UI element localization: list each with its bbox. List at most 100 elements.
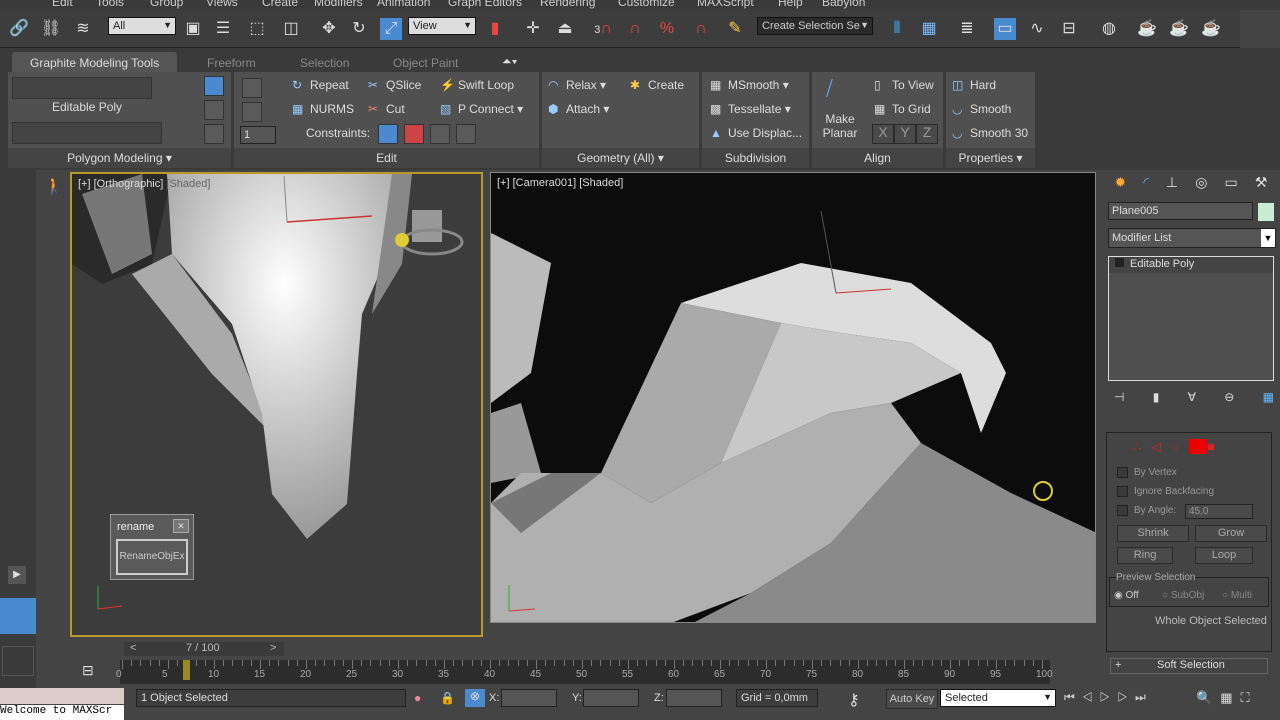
smooth-button[interactable]: ◡ Smooth — [952, 102, 1011, 116]
menu-maxscript[interactable]: MAXScript — [697, 0, 754, 9]
angle-snap-icon[interactable]: ∩ — [624, 18, 646, 40]
scale-icon[interactable]: ⤢ — [380, 18, 402, 40]
set-key-icon[interactable]: ⚷ — [848, 690, 860, 710]
select-object-icon[interactable]: ▣ — [182, 18, 204, 40]
tweak-icon[interactable] — [242, 102, 262, 122]
make-planar-icon[interactable]: ⧸ — [826, 78, 833, 101]
keyboard-shortcut-override-icon[interactable]: ⏏ — [554, 18, 576, 40]
viewport-shading-label[interactable]: [Shaded] — [166, 178, 210, 190]
pin-stack-icon[interactable] — [204, 100, 224, 120]
tab-selection[interactable]: Selection — [300, 52, 349, 74]
align-x-button[interactable]: X — [872, 124, 894, 144]
make-planar-button[interactable]: Make Planar — [818, 112, 862, 140]
object-name-field[interactable]: Plane005 — [1108, 202, 1253, 220]
viewport-layout-active-icon[interactable] — [0, 598, 36, 634]
p-connect-button[interactable]: ▧ P Connect ▾ — [440, 102, 523, 116]
geometry-label[interactable]: Geometry (All) ▾ — [542, 148, 699, 168]
constraint-face-icon[interactable] — [430, 124, 450, 144]
previous-frame-icon[interactable]: ◁ — [1082, 690, 1100, 704]
hierarchy-tab-icon[interactable]: ⊥ — [1166, 174, 1178, 196]
tab-object-paint[interactable]: Object Paint — [393, 52, 458, 74]
preview-subobj-radio[interactable]: ○ SubObj — [1162, 590, 1204, 601]
modifier-list-dropdown[interactable]: Modifier List ▼ — [1108, 228, 1276, 248]
viewport-orthographic[interactable]: [+] [Orthographic] [Shaded] rename ✕ Ren… — [70, 172, 483, 637]
track-bar[interactable]: 0 5 10 15 20 25 30 35 40 45 50 55 60 65 70 75 80 85 90 95 10… — [116, 660, 1053, 684]
prev-frame-icon[interactable]: < — [130, 642, 136, 654]
nurms-button[interactable]: ▦ NURMS — [292, 102, 354, 116]
tab-freeform[interactable]: Freeform — [207, 52, 256, 74]
select-by-name-icon[interactable]: ☰ — [212, 18, 234, 40]
configure-sets-icon[interactable]: ▦ — [1263, 390, 1274, 404]
make-unique-icon[interactable]: ∀ — [1188, 390, 1196, 404]
snap-toggle-icon[interactable]: 3∩ — [592, 18, 614, 40]
time-slider[interactable]: < 7 / 100 > — [124, 642, 284, 656]
select-manipulate-icon[interactable]: ✛ — [522, 18, 544, 40]
edit-named-selection-icon[interactable]: ✎ — [724, 18, 746, 40]
by-vertex-checkbox[interactable]: By Vertex — [1117, 467, 1177, 478]
properties-label[interactable]: Properties ▾ — [946, 148, 1035, 168]
preview-off-radio[interactable]: ◉ Off — [1114, 590, 1139, 601]
attach-button[interactable]: ⬢ Attach ▾ — [548, 102, 609, 116]
selection-filter-dropdown[interactable]: All — [108, 17, 176, 35]
rename-obj-ex-button[interactable]: RenameObjEx — [116, 539, 188, 575]
key-mode-dropdown[interactable]: Selected — [940, 689, 1056, 707]
menu-views[interactable]: Views — [206, 0, 238, 9]
polygon-modeling-label[interactable]: Polygon Modeling ▾ — [8, 148, 231, 168]
render-setup-icon[interactable]: ☕ — [1136, 18, 1158, 40]
menu-edit[interactable]: Edit — [52, 0, 73, 9]
schematic-view-icon[interactable]: ⊟ — [1058, 18, 1080, 40]
menu-animation[interactable]: Animation — [377, 0, 430, 9]
soft-selection-rollout[interactable]: + Soft Selection — [1110, 658, 1268, 674]
loop-button[interactable]: Loop — [1195, 547, 1253, 564]
stack-item-editable-poly[interactable]: Editable Poly — [1109, 257, 1273, 273]
cut-button[interactable]: ✂ Cut — [368, 102, 405, 116]
render-production-icon[interactable]: ☕ — [1200, 18, 1222, 40]
absolute-mode-icon[interactable]: ⊗ — [465, 689, 485, 707]
mini-curve-editor-icon[interactable]: ⊟ — [82, 662, 94, 679]
display-tab-icon[interactable]: ▭ — [1225, 174, 1238, 196]
create-button[interactable]: ✱ Create — [630, 78, 684, 92]
remove-modifier-icon[interactable]: ⊖ — [1224, 390, 1234, 404]
tab-graphite-modeling-tools[interactable]: Graphite Modeling Tools — [12, 52, 178, 74]
ribbon-options-icon[interactable]: ⏶▾ — [502, 54, 517, 69]
constraint-edge-icon[interactable] — [404, 124, 424, 144]
named-selection-dropdown[interactable]: Create Selection Se — [757, 17, 873, 35]
walk-through-icon[interactable]: 🚶 — [44, 176, 64, 196]
close-icon[interactable]: ✕ — [173, 519, 189, 533]
viewport-label-camera[interactable]: [+] [Camera001] [Shaded] — [497, 177, 623, 189]
modifier-buttons[interactable] — [12, 122, 162, 144]
pivot-center-icon[interactable]: ▮ — [484, 18, 506, 40]
subobject-icons[interactable]: ∴◁◌■■ — [1133, 439, 1225, 455]
viewport-menu-plus[interactable]: [+] — [78, 178, 91, 190]
repeat-button[interactable]: ↻ Repeat — [292, 78, 349, 92]
object-color-swatch[interactable] — [1258, 203, 1274, 221]
rotate-icon[interactable]: ↻ — [348, 18, 370, 40]
show-end-result-icon[interactable]: ▮ — [1153, 390, 1160, 404]
scene-explorer-icon[interactable]: ▭ — [994, 18, 1016, 40]
menu-tools[interactable]: Tools — [96, 0, 124, 9]
move-icon[interactable]: ✥ — [318, 18, 340, 40]
viewport-label-orthographic[interactable]: [+] [Orthographic] [Shaded] — [78, 178, 210, 190]
utilities-tab-icon[interactable]: ⚒ — [1255, 174, 1268, 196]
align-y-button[interactable]: Y — [894, 124, 916, 144]
go-to-end-icon[interactable]: ⏭ — [1135, 690, 1153, 704]
window-crossing-icon[interactable]: ◫ — [280, 18, 302, 40]
menu-help[interactable]: Help — [778, 0, 803, 9]
expand-arrow-icon[interactable]: ▶ — [8, 566, 26, 584]
msmooth-button[interactable]: ▦ MSmooth ▾ — [710, 78, 789, 92]
y-coordinate-field[interactable] — [583, 689, 639, 707]
mirror-icon[interactable]: ⫴ — [886, 18, 908, 40]
play-icon[interactable]: ▷ — [1100, 690, 1118, 704]
zoom-all-icon[interactable]: ▦ — [1220, 690, 1240, 705]
ignore-backfacing-checkbox[interactable]: Ignore Backfacing — [1117, 486, 1214, 497]
zoom-icon[interactable]: 🔍 — [1196, 690, 1220, 705]
create-tab-icon[interactable]: ✹ — [1115, 174, 1127, 196]
constraint-normal-icon[interactable] — [456, 124, 476, 144]
maxscript-listener-top[interactable] — [0, 688, 124, 704]
by-angle-checkbox[interactable]: By Angle: — [1117, 505, 1176, 516]
viewport-camera[interactable]: [+] [Camera001] [Shaded] — [490, 172, 1096, 623]
bind-space-warp-icon[interactable]: ≋ — [72, 18, 94, 40]
curve-editor-icon[interactable]: ∿ — [1026, 18, 1048, 40]
subobject-level-buttons[interactable] — [12, 77, 152, 99]
ring-button[interactable]: Ring — [1117, 547, 1173, 564]
